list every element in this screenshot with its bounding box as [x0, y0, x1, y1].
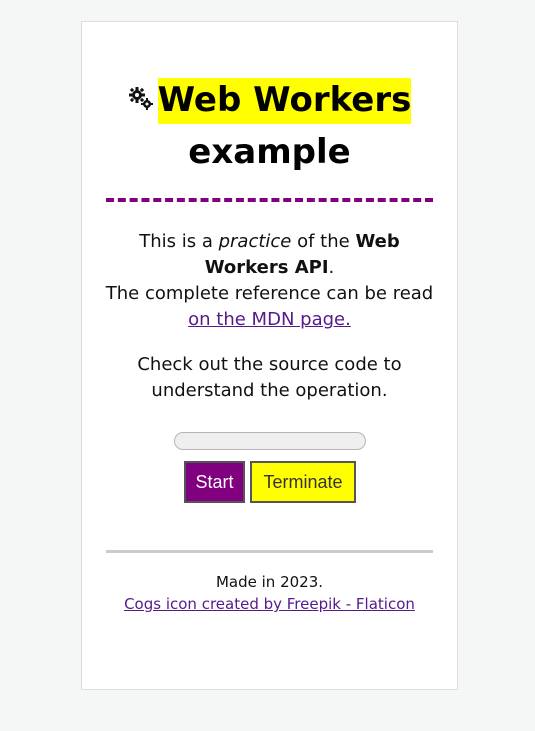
main-card: Web Workers example This is a practice o… — [81, 21, 458, 690]
intro-reference-text: The complete reference can be read — [105, 283, 434, 304]
title-rest: example — [188, 132, 351, 172]
made-in-text: Made in 2023. — [215, 573, 324, 591]
footer: Made in 2023. Cogs icon created by Freep… — [102, 571, 437, 615]
intro-emphasis: practice — [218, 231, 292, 252]
progress-bar — [174, 432, 366, 450]
terminate-button[interactable]: Terminate — [250, 461, 356, 503]
title-highlight: Web Workers — [157, 78, 412, 124]
page-title: Web Workers example — [106, 74, 433, 178]
credit-link[interactable]: Cogs icon created by Freepik - Flaticon — [124, 595, 415, 613]
intro-prefix: This is a — [139, 231, 219, 252]
intro-period: . — [328, 257, 335, 278]
instructions-text: Check out the source code to understand … — [137, 354, 402, 401]
start-button[interactable]: Start — [184, 461, 245, 503]
mdn-link[interactable]: on the MDN page. — [188, 309, 351, 330]
intro-text: This is a practice of the Web Workers AP… — [102, 229, 437, 333]
footer-divider — [106, 550, 433, 553]
dashed-divider — [106, 198, 433, 202]
intro-middle: of the — [291, 231, 356, 252]
cogs-icon — [128, 86, 153, 110]
